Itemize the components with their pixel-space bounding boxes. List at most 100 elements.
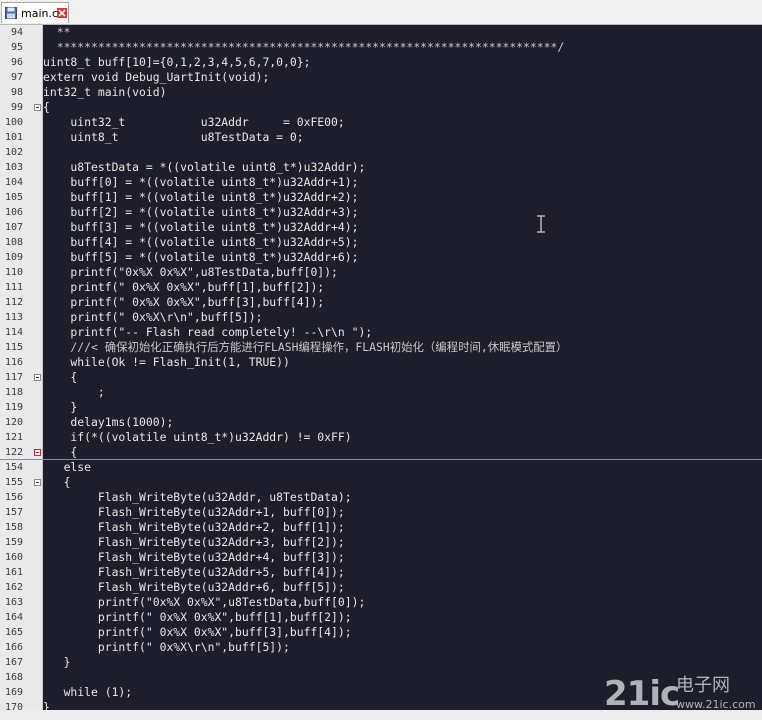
code-text: {	[43, 445, 78, 459]
code-line[interactable]: 107 buff[3] = *((volatile uint8_t*)u32Ad…	[0, 220, 762, 235]
code-line[interactable]: 97 extern void Debug_UartInit(void);	[0, 70, 762, 85]
line-number: 113	[4, 312, 23, 323]
code-line[interactable]: 115 ///< 确保初始化正确执行后方能进行FLASH编程操作，FLASH初始…	[0, 340, 762, 355]
line-number: 118	[4, 387, 23, 398]
code-line[interactable]: 161 Flash_WriteByte(u32Addr+5, buff[4]);	[0, 565, 762, 580]
code-line[interactable]: 157 Flash_WriteByte(u32Addr+1, buff[0]);	[0, 505, 762, 520]
code-line[interactable]: 110 printf("0x%X 0x%X",u8TestData,buff[0…	[0, 265, 762, 280]
watermark-cn: 电子网	[676, 675, 730, 696]
code-line[interactable]: 98 int32_t main(void)	[0, 85, 762, 100]
line-number: 100	[4, 117, 23, 128]
code-text: Flash_WriteByte(u32Addr+4, buff[3]);	[43, 550, 345, 564]
code-line[interactable]: 96 uint8_t buff[10]={0,1,2,3,4,5,6,7,0,0}…	[0, 55, 762, 70]
code-line[interactable]: 166 printf(" 0x%X\r\n",buff[5]);	[0, 640, 762, 655]
line-number: 94	[10, 27, 23, 38]
line-number: 158	[4, 522, 23, 533]
horizontal-scrollbar[interactable]	[0, 710, 762, 720]
code-line[interactable]: 103 u8TestData = *((volatile uint8_t*)u3…	[0, 160, 762, 175]
code-line[interactable]: 105 buff[1] = *((volatile uint8_t*)u32Ad…	[0, 190, 762, 205]
tab-main-c[interactable]: main.c	[1, 2, 69, 23]
line-number: 168	[4, 672, 23, 683]
code-line[interactable]: 160 Flash_WriteByte(u32Addr+4, buff[3]);	[0, 550, 762, 565]
fold-toggle-icon[interactable]	[34, 374, 41, 381]
code-text: {	[43, 370, 78, 384]
code-line[interactable]: 95 *************************************…	[0, 40, 762, 55]
code-line[interactable]: 108 buff[4] = *((volatile uint8_t*)u32Ad…	[0, 235, 762, 250]
line-number: 159	[4, 537, 23, 548]
code-line[interactable]: 120 delay1ms(1000);	[0, 415, 762, 430]
code-text: }	[43, 655, 71, 669]
code-text: printf("-- Flash read completely! --\r\n…	[43, 325, 373, 339]
line-number: 166	[4, 642, 23, 653]
code-line[interactable]: 113 printf(" 0x%X\r\n",buff[5]);	[0, 310, 762, 325]
code-line[interactable]: 109 buff[5] = *((volatile uint8_t*)u32Ad…	[0, 250, 762, 265]
code-line[interactable]: 104 buff[0] = *((volatile uint8_t*)u32Ad…	[0, 175, 762, 190]
code-text: uint8_t buff[10]={0,1,2,3,4,5,6,7,0,0};	[43, 55, 311, 69]
line-number: 107	[4, 222, 23, 233]
code-text: Flash_WriteByte(u32Addr+6, buff[5]);	[43, 580, 345, 594]
code-line[interactable]: 116 while(Ok != Flash_Init(1, TRUE))	[0, 355, 762, 370]
code-editor[interactable]: 94 ** 95 ********************************…	[0, 25, 762, 720]
code-line[interactable]: 163 printf("0x%X 0x%X",u8TestData,buff[0…	[0, 595, 762, 610]
code-text: Flash_WriteByte(u32Addr+5, buff[4]);	[43, 565, 345, 579]
code-line[interactable]: 119 }	[0, 400, 762, 415]
code-line[interactable]: 112 printf(" 0x%X 0x%X",buff[3],buff[4])…	[0, 295, 762, 310]
code-line[interactable]: 162 Flash_WriteByte(u32Addr+6, buff[5]);	[0, 580, 762, 595]
code-line[interactable]: 117 {	[0, 370, 762, 385]
code-text: delay1ms(1000);	[43, 415, 174, 429]
code-text: while(Ok != Flash_Init(1, TRUE))	[43, 355, 290, 369]
floppy-disk-icon	[5, 7, 17, 19]
line-number: 109	[4, 252, 23, 263]
code-line[interactable]: 118 ;	[0, 385, 762, 400]
code-line[interactable]: 121 if(*((volatile uint8_t*)u32Addr) != …	[0, 430, 762, 445]
code-line[interactable]: 101 uint8_t u8TestData = 0;	[0, 130, 762, 145]
code-line[interactable]: 155 {	[0, 475, 762, 490]
fold-toggle-icon[interactable]	[34, 449, 41, 456]
code-text: printf(" 0x%X 0x%X",buff[1],buff[2]);	[43, 610, 352, 624]
code-line[interactable]: 122 {	[0, 445, 762, 460]
code-text: extern void Debug_UartInit(void);	[43, 70, 270, 84]
line-number: 108	[4, 237, 23, 248]
code-line[interactable]: 100 uint32_t u32Addr = 0xFE00;	[0, 115, 762, 130]
code-text: buff[5] = *((volatile uint8_t*)u32Addr+6…	[43, 250, 359, 264]
code-line[interactable]: 167 }	[0, 655, 762, 670]
code-line[interactable]: 114 printf("-- Flash read completely! --…	[0, 325, 762, 340]
line-number: 98	[10, 87, 23, 98]
code-text: **	[43, 25, 71, 39]
code-line[interactable]: 156 Flash_WriteByte(u32Addr, u8TestData)…	[0, 490, 762, 505]
line-number: 102	[4, 147, 23, 158]
code-text: int32_t main(void)	[43, 85, 167, 99]
fold-toggle-icon[interactable]	[34, 479, 41, 486]
line-number: 99	[10, 102, 23, 113]
code-text: ///< 确保初始化正确执行后方能进行FLASH编程操作，FLASH初始化（编程…	[43, 340, 568, 354]
close-icon[interactable]	[57, 8, 67, 18]
line-number: 162	[4, 582, 23, 593]
code-text: uint8_t u8TestData = 0;	[43, 130, 304, 144]
code-line[interactable]: 165 printf(" 0x%X 0x%X",buff[3],buff[4])…	[0, 625, 762, 640]
line-number: 117	[4, 372, 23, 383]
code-line[interactable]: 99 {	[0, 100, 762, 115]
code-line[interactable]: 159 Flash_WriteByte(u32Addr+3, buff[2]);	[0, 535, 762, 550]
code-text: while (1);	[43, 685, 133, 699]
code-line[interactable]: 164 printf(" 0x%X 0x%X",buff[1],buff[2])…	[0, 610, 762, 625]
line-number: 122	[4, 447, 23, 458]
code-line[interactable]: 158 Flash_WriteByte(u32Addr+2, buff[1]);	[0, 520, 762, 535]
code-text: buff[2] = *((volatile uint8_t*)u32Addr+3…	[43, 205, 359, 219]
code-text: else	[43, 460, 92, 474]
line-number: 101	[4, 132, 23, 143]
code-text: if(*((volatile uint8_t*)u32Addr) != 0xFF…	[43, 430, 352, 444]
watermark-logo-text: 21ic	[604, 674, 680, 714]
code-text: buff[0] = *((volatile uint8_t*)u32Addr+1…	[43, 175, 359, 189]
code-line[interactable]: 106 buff[2] = *((volatile uint8_t*)u32Ad…	[0, 205, 762, 220]
code-line[interactable]: 102	[0, 145, 762, 160]
tab-bar: main.c	[0, 0, 762, 25]
fold-toggle-icon[interactable]	[34, 104, 41, 111]
code-line[interactable]: 154 else	[0, 460, 762, 475]
code-text: buff[4] = *((volatile uint8_t*)u32Addr+5…	[43, 235, 359, 249]
code-text: Flash_WriteByte(u32Addr+1, buff[0]);	[43, 505, 345, 519]
code-text: printf("0x%X 0x%X",u8TestData,buff[0]);	[43, 595, 366, 609]
code-line[interactable]: 94 **	[0, 25, 762, 40]
code-text: printf("0x%X 0x%X",u8TestData,buff[0]);	[43, 265, 338, 279]
code-line[interactable]: 111 printf(" 0x%X 0x%X",buff[1],buff[2])…	[0, 280, 762, 295]
line-number: 163	[4, 597, 23, 608]
